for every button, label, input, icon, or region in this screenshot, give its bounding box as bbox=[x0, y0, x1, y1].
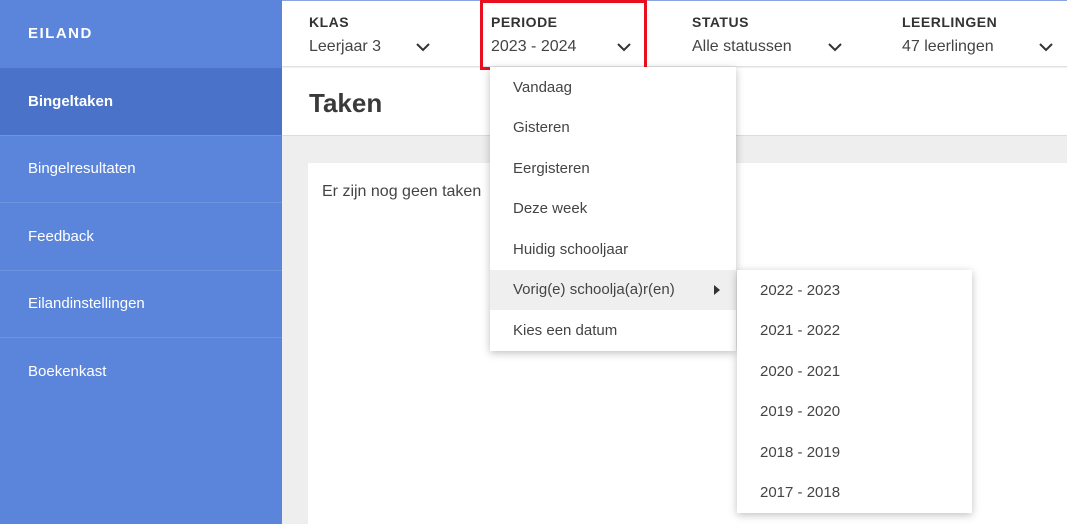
menu-item-kies-een-datum[interactable]: Kies een datum bbox=[490, 310, 736, 351]
leerlingen-filter-value: 47 leerlingen bbox=[902, 38, 994, 55]
menu-item-vorige-schooljaren[interactable]: Vorig(e) schoolja(a)r(en) bbox=[490, 269, 736, 310]
status-filter-value: Alle statussen bbox=[692, 38, 792, 55]
periode-highlight-box bbox=[480, 0, 647, 70]
chevron-down-icon bbox=[416, 43, 430, 52]
klas-filter[interactable]: KLAS Leerjaar 3 bbox=[309, 1, 434, 68]
menu-item-year[interactable]: 2018 - 2019 bbox=[737, 432, 972, 473]
menu-item-year[interactable]: 2017 - 2018 bbox=[737, 473, 972, 514]
leerlingen-filter-label: LEERLINGEN bbox=[902, 14, 998, 30]
menu-item-vandaag[interactable]: Vandaag bbox=[490, 67, 736, 108]
filter-bar: KLAS Leerjaar 3 PERIODE 2023 - 2024 STAT… bbox=[282, 0, 1067, 67]
menu-item-eergisteren[interactable]: Eergisteren bbox=[490, 148, 736, 189]
menu-item-year[interactable]: 2019 - 2020 bbox=[737, 392, 972, 433]
chevron-down-icon bbox=[828, 43, 842, 52]
menu-item-vorige-schooljaren-label: Vorig(e) schoolja(a)r(en) bbox=[513, 281, 675, 299]
sidebar: EILAND Bingeltaken Bingelresultaten Feed… bbox=[0, 0, 282, 524]
period-dropdown-menu: Vandaag Gisteren Eergisteren Deze week H… bbox=[490, 67, 736, 351]
chevron-down-icon bbox=[1039, 43, 1053, 52]
caret-right-icon bbox=[714, 284, 720, 295]
menu-item-year[interactable]: 2020 - 2021 bbox=[737, 351, 972, 392]
sidebar-item-bingelresultaten[interactable]: Bingelresultaten bbox=[0, 134, 282, 203]
sidebar-item-bingeltaken[interactable]: Bingeltaken bbox=[0, 67, 282, 135]
klas-filter-value: Leerjaar 3 bbox=[309, 38, 382, 55]
menu-item-year[interactable]: 2021 - 2022 bbox=[737, 311, 972, 352]
leerlingen-filter[interactable]: LEERLINGEN 47 leerlingen bbox=[902, 1, 1053, 68]
sidebar-item-eilandinstellingen[interactable]: Eilandinstellingen bbox=[0, 269, 282, 338]
sidebar-item-feedback[interactable]: Feedback bbox=[0, 202, 282, 270]
menu-item-gisteren[interactable]: Gisteren bbox=[490, 108, 736, 149]
status-filter[interactable]: STATUS Alle statussen bbox=[692, 1, 847, 68]
status-filter-label: STATUS bbox=[692, 14, 749, 30]
klas-filter-label: KLAS bbox=[309, 14, 350, 30]
empty-state-text: Er zijn nog geen taken bbox=[322, 183, 482, 200]
brand-title: EILAND bbox=[28, 25, 93, 42]
sidebar-item-boekenkast[interactable]: Boekenkast bbox=[0, 337, 282, 405]
page-title: Taken bbox=[309, 88, 383, 118]
menu-item-year[interactable]: 2022 - 2023 bbox=[737, 270, 972, 311]
menu-item-huidig-schooljaar[interactable]: Huidig schooljaar bbox=[490, 229, 736, 270]
menu-item-deze-week[interactable]: Deze week bbox=[490, 189, 736, 230]
previous-years-submenu: 2022 - 2023 2021 - 2022 2020 - 2021 2019… bbox=[737, 270, 972, 513]
